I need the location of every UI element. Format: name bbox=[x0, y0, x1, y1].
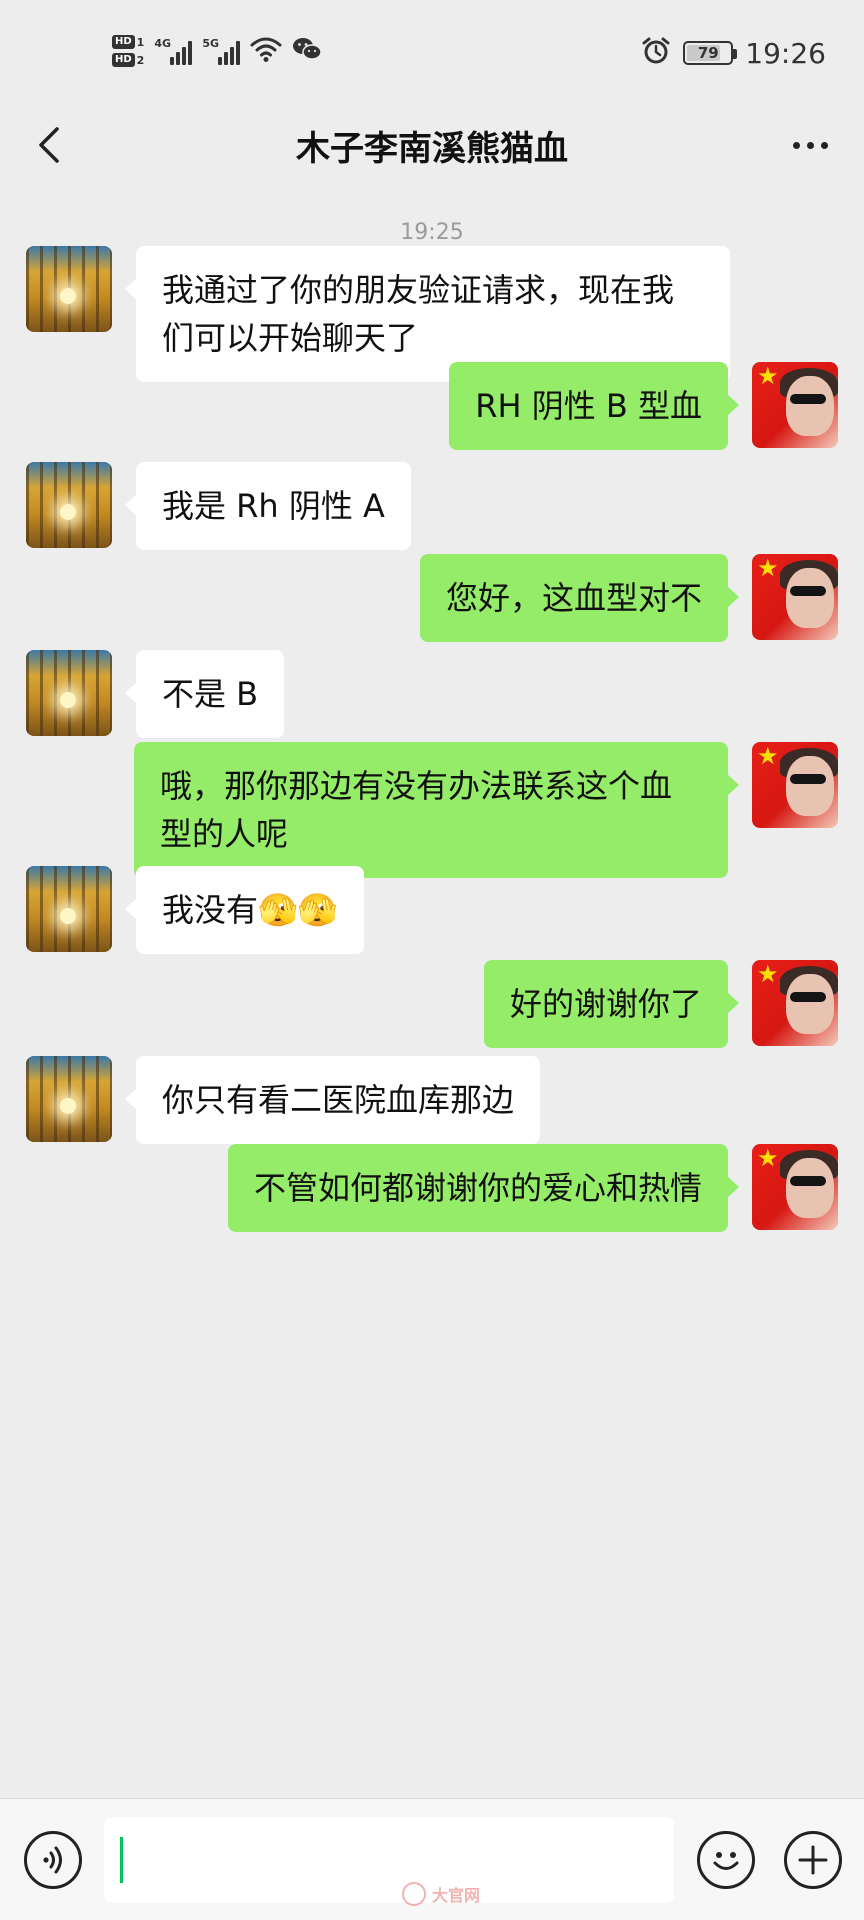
contact-avatar[interactable] bbox=[26, 246, 112, 332]
dual-sim-indicator: HD 1 HD 2 bbox=[112, 35, 144, 67]
contact-avatar[interactable] bbox=[26, 650, 112, 736]
outgoing-message-bubble[interactable]: RH 阴性 B 型血 bbox=[449, 362, 739, 450]
voice-button[interactable] bbox=[24, 1831, 82, 1889]
sim1-hd-label: HD bbox=[112, 35, 135, 49]
chat-screen: HD 1 HD 2 4G 5G 79 19:26 木子李南溪熊猫血 19:25 … bbox=[0, 0, 864, 1920]
message-timestamp: 19:25 bbox=[400, 220, 464, 245]
incoming-message-bubble[interactable]: 不是 B bbox=[124, 650, 285, 738]
outgoing-message-bubble[interactable]: 好的谢谢你了 bbox=[483, 960, 740, 1048]
self-avatar[interactable]: ★ bbox=[752, 554, 838, 640]
message-input[interactable] bbox=[104, 1817, 674, 1903]
sim1-indicator: HD 1 bbox=[112, 35, 144, 49]
network-indicators: HD 1 HD 2 4G 5G bbox=[112, 26, 323, 76]
emoji-button[interactable] bbox=[697, 1831, 755, 1889]
self-avatar[interactable]: ★ bbox=[752, 742, 838, 828]
sim1-slot: 1 bbox=[136, 35, 145, 49]
plus-icon bbox=[798, 1845, 828, 1875]
alarm-icon bbox=[641, 36, 671, 70]
outgoing-message-bubble[interactable]: 您好，这血型对不 bbox=[419, 554, 740, 642]
voice-icon bbox=[43, 1846, 62, 1874]
sim2-slot: 2 bbox=[136, 53, 145, 67]
more-options-button[interactable] bbox=[780, 120, 840, 170]
chat-title: 木子李南溪熊猫血 bbox=[296, 128, 568, 169]
battery-icon: 79 bbox=[683, 41, 738, 65]
contact-avatar[interactable] bbox=[26, 866, 112, 952]
more-dots-icon bbox=[792, 141, 828, 149]
back-arrow-icon bbox=[39, 127, 59, 163]
outgoing-message-bubble[interactable]: 哦，那你那边有没有办法联系这个血型的人呢 bbox=[134, 742, 739, 878]
outgoing-message-bubble[interactable]: 不管如何都谢谢你的爱心和热情 bbox=[227, 1144, 740, 1232]
status-time: 19:26 bbox=[745, 36, 826, 70]
wechat-notification-icon bbox=[292, 36, 323, 66]
watermark-text: 大官网 bbox=[432, 1886, 481, 1905]
signal-4g-label: 4G bbox=[154, 37, 172, 50]
sim2-hd-label: HD bbox=[112, 53, 135, 67]
self-avatar[interactable]: ★ bbox=[752, 362, 838, 448]
more-functions-button[interactable] bbox=[784, 1831, 842, 1889]
signal-5g-label: 5G bbox=[202, 37, 220, 50]
chat-header: 木子李南溪熊猫血 bbox=[0, 100, 864, 190]
system-indicators: 79 19:26 bbox=[641, 30, 826, 76]
self-avatar[interactable]: ★ bbox=[752, 960, 838, 1046]
incoming-message-bubble[interactable]: 你只有看二医院血库那边 bbox=[124, 1056, 541, 1144]
self-avatar[interactable]: ★ bbox=[752, 1144, 838, 1230]
wifi-icon bbox=[250, 35, 282, 67]
contact-avatar[interactable] bbox=[26, 462, 112, 548]
back-button[interactable] bbox=[24, 120, 74, 170]
emoji-icon bbox=[713, 1852, 739, 1870]
signal-5g-icon: 5G bbox=[202, 37, 241, 65]
watermark: 大官网 bbox=[402, 1882, 480, 1906]
signal-4g-icon: 4G bbox=[154, 37, 193, 65]
message-list[interactable]: 19:25 我通过了你的朋友验证请求，现在我们可以开始聊天了 ★ RH 阴性 B 型… bbox=[0, 190, 864, 1798]
status-bar: HD 1 HD 2 4G 5G 79 19:26 bbox=[0, 0, 864, 100]
watermark-logo-icon bbox=[402, 1882, 426, 1906]
incoming-message-bubble[interactable]: 我是 Rh 阴性 A bbox=[125, 462, 411, 550]
battery-percent: 79 bbox=[697, 44, 719, 62]
incoming-message-bubble[interactable]: 我没有🫣🫣 bbox=[125, 866, 364, 954]
sim2-indicator: HD 2 bbox=[112, 53, 144, 67]
contact-avatar[interactable] bbox=[26, 1056, 112, 1142]
text-caret bbox=[120, 1837, 123, 1883]
